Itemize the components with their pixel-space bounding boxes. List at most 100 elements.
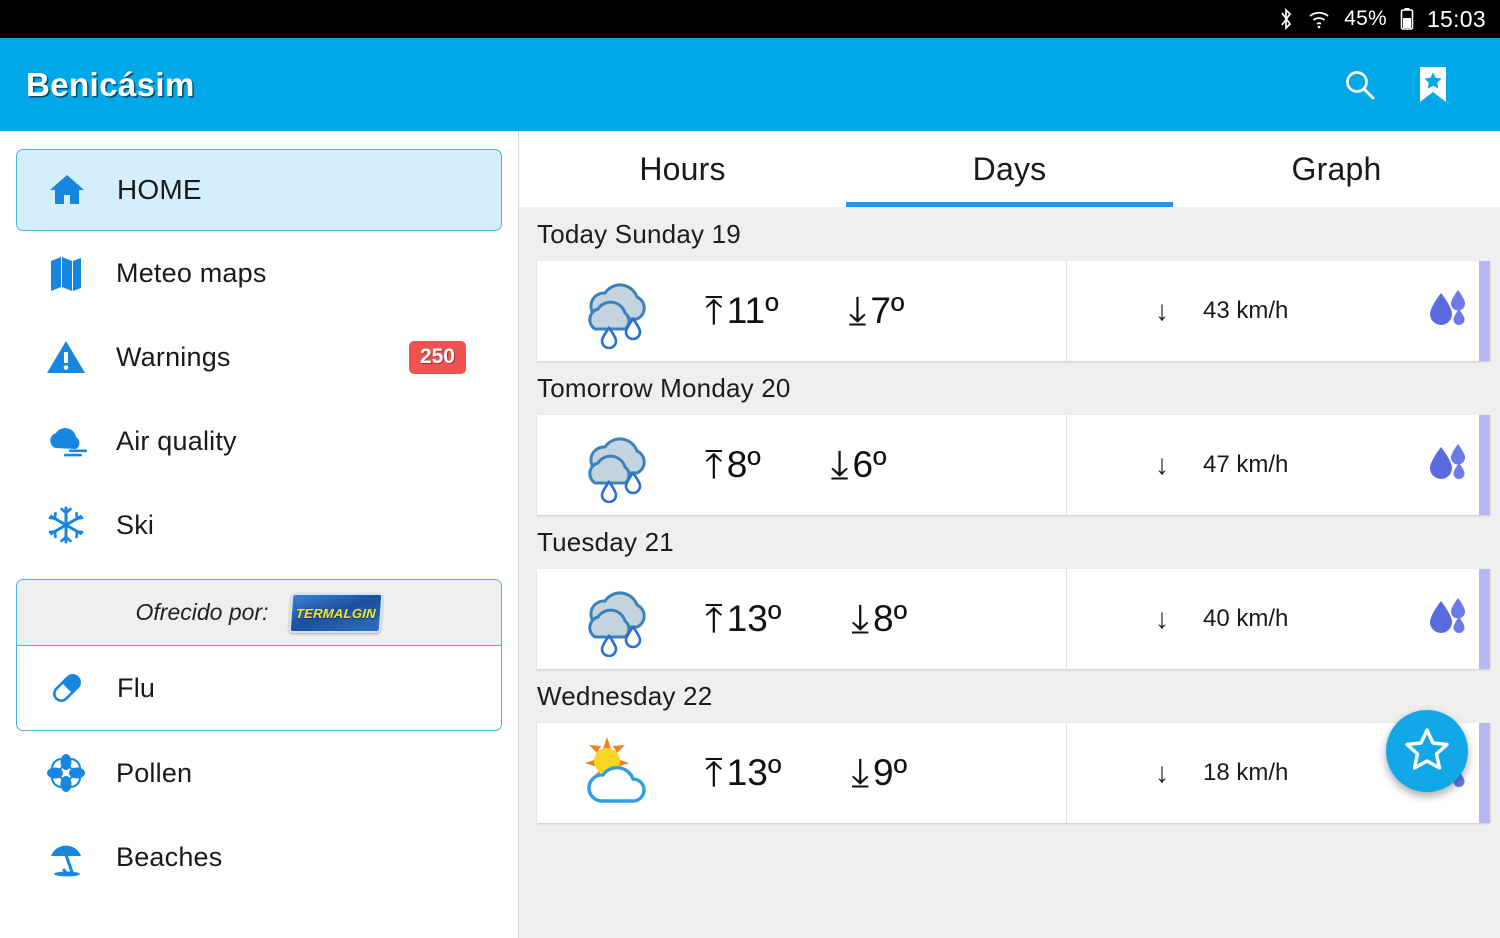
tab-label: Days — [972, 150, 1047, 187]
sidebar-item-label: HOME — [117, 174, 202, 205]
day-forecast-list[interactable]: Today Sunday 19 ⤒ 11º ⤓ 7º ↓ 43 km/h Tom… — [519, 207, 1500, 938]
max-temperature: ⤒ 13º — [705, 598, 781, 640]
max-temp-value: 13º — [726, 598, 782, 639]
rain-cloud-icon — [579, 581, 671, 658]
min-temp-value: 9º — [873, 752, 908, 793]
page-title: Benicásim — [26, 65, 195, 103]
sidebar-item-pollen[interactable]: Pollen — [16, 731, 502, 815]
add-favourite-fab[interactable] — [1386, 710, 1468, 792]
min-temp-arrow-icon: ⤓ — [851, 751, 870, 795]
wind-speed-value: 43 km/h — [1203, 297, 1289, 324]
max-temp-arrow-icon: ⤒ — [705, 597, 723, 641]
wind-info: ↓ 40 km/h — [1155, 603, 1375, 635]
sponsor-header: Ofrecido por: TERMALGIN — [17, 580, 501, 646]
min-temperature: ⤓ 8º — [851, 598, 907, 640]
wind-speed-value: 47 km/h — [1203, 451, 1289, 478]
tab-label: Graph — [1291, 150, 1382, 187]
tab-bar: Hours Days Graph — [519, 131, 1500, 207]
content-area: HOME Meteo maps Warnings 250 Air quality… — [0, 131, 1500, 938]
table-row[interactable]: ⤒ 11º ⤓ 7º ↓ 43 km/h — [537, 261, 1490, 361]
day-group: Today Sunday 19 ⤒ 11º ⤓ 7º ↓ 43 km/h — [519, 207, 1500, 361]
wind-info: ↓ 43 km/h — [1155, 295, 1375, 327]
water-drops-icon — [1425, 595, 1473, 644]
max-temp-arrow-icon: ⤒ — [705, 751, 723, 795]
sidebar-item-air-quality[interactable]: Air quality — [16, 399, 502, 483]
app-bar: Benicásim — [0, 38, 1500, 131]
sidebar-item-meteo-maps[interactable]: Meteo maps — [16, 231, 502, 315]
wind-info: ↓ 18 km/h — [1155, 757, 1375, 789]
sidebar: HOME Meteo maps Warnings 250 Air quality… — [0, 131, 519, 938]
map-icon — [34, 253, 98, 293]
beach-umbrella-icon — [34, 836, 98, 878]
rain-cloud-icon — [579, 427, 671, 504]
temperature-section: ⤒ 8º ⤓ 6º — [537, 415, 1067, 515]
min-temperature: ⤓ 6º — [831, 444, 887, 486]
snowflake-icon — [34, 505, 98, 545]
max-temperature: ⤒ 13º — [705, 752, 781, 794]
max-temp-value: 13º — [726, 752, 782, 793]
sidebar-item-warnings[interactable]: Warnings 250 — [16, 315, 502, 399]
wind-direction-arrow-icon: ↓ — [1155, 449, 1169, 480]
max-temperature: ⤒ 8º — [705, 444, 761, 486]
clock-label: 15:03 — [1426, 5, 1486, 32]
sidebar-item-label: Ski — [116, 509, 155, 540]
max-temperature: ⤒ 11º — [705, 290, 779, 332]
table-row[interactable]: ⤒ 8º ⤓ 6º ↓ 47 km/h — [537, 415, 1490, 515]
day-group: Tomorrow Monday 20 ⤒ 8º ⤓ 6º ↓ 47 km/h — [519, 361, 1500, 515]
sidebar-item-label: Beaches — [116, 841, 223, 872]
tab-graph[interactable]: Graph — [1173, 131, 1500, 207]
temperature-section: ⤒ 13º ⤓ 8º — [537, 569, 1067, 669]
wind-precip-section: ↓ 47 km/h 59.1 — [1067, 415, 1500, 515]
sidebar-item-label: Warnings — [116, 341, 231, 372]
day-title: Tomorrow Monday 20 — [537, 373, 791, 403]
wind-precip-section: ↓ 40 km/h 50.5 — [1067, 569, 1500, 669]
bluetooth-icon — [1278, 8, 1294, 30]
day-title: Today Sunday 19 — [537, 219, 741, 249]
status-badge: 250 — [408, 340, 466, 374]
max-temp-value: 8º — [726, 444, 761, 485]
water-drops-icon — [1425, 441, 1473, 490]
rain-cloud-icon — [579, 273, 671, 350]
sidebar-item-flu[interactable]: Flu — [17, 646, 501, 730]
termalgin-logo: TERMALGIN — [289, 592, 384, 633]
wind-info: ↓ 47 km/h — [1155, 449, 1375, 481]
table-row[interactable]: ⤒ 13º ⤓ 9º ↓ 18 km/h — [537, 723, 1490, 823]
min-temperature: ⤓ 9º — [851, 752, 907, 794]
pollen-flower-icon — [34, 752, 98, 794]
wind-precip-section: ↓ 43 km/h 25 — [1067, 261, 1500, 361]
warning-triangle-icon — [34, 338, 98, 376]
min-temp-value: 6º — [852, 444, 887, 485]
battery-icon — [1400, 7, 1414, 31]
tab-label: Hours — [639, 150, 726, 187]
sidebar-item-ski[interactable]: Ski — [16, 483, 502, 567]
card-accent-bar — [1479, 569, 1490, 669]
min-temp-arrow-icon: ⤓ — [830, 443, 849, 487]
bookmark-star-icon[interactable] — [1416, 66, 1450, 104]
sponsor-logo-text: TERMALGIN — [295, 605, 377, 620]
card-accent-bar — [1479, 415, 1490, 515]
sidebar-item-label: Meteo maps — [116, 257, 267, 288]
wifi-icon — [1307, 8, 1331, 30]
water-drops-icon — [1425, 287, 1473, 336]
tab-hours[interactable]: Hours — [519, 131, 846, 207]
sidebar-item-beaches[interactable]: Beaches — [16, 815, 502, 899]
forecast-pane: Hours Days Graph Today Sunday 19 ⤒ 11º ⤓… — [519, 131, 1500, 938]
day-group: Wednesday 22 ⤒ 13º ⤓ 9º ↓ 18 km/h — [519, 669, 1500, 823]
sidebar-item-label: Flu — [117, 672, 156, 703]
search-icon[interactable] — [1342, 67, 1378, 103]
min-temp-arrow-icon: ⤓ — [848, 289, 867, 333]
tab-days[interactable]: Days — [846, 131, 1173, 207]
min-temperature: ⤓ 7º — [849, 290, 905, 332]
temperature-section: ⤒ 13º ⤓ 9º — [537, 723, 1067, 823]
max-temp-arrow-icon: ⤒ — [705, 443, 723, 487]
temperature-section: ⤒ 11º ⤓ 7º — [537, 261, 1067, 361]
table-row[interactable]: ⤒ 13º ⤓ 8º ↓ 40 km/h — [537, 569, 1490, 669]
sidebar-item-home[interactable]: HOME — [16, 149, 502, 231]
wind-speed-value: 40 km/h — [1203, 605, 1289, 632]
wind-direction-arrow-icon: ↓ — [1155, 757, 1169, 788]
wind-direction-arrow-icon: ↓ — [1155, 603, 1169, 634]
day-title: Wednesday 22 — [537, 681, 713, 711]
sidebar-item-label: Pollen — [116, 757, 193, 788]
min-temp-arrow-icon: ⤓ — [851, 597, 870, 641]
day-title: Tuesday 21 — [537, 527, 674, 557]
